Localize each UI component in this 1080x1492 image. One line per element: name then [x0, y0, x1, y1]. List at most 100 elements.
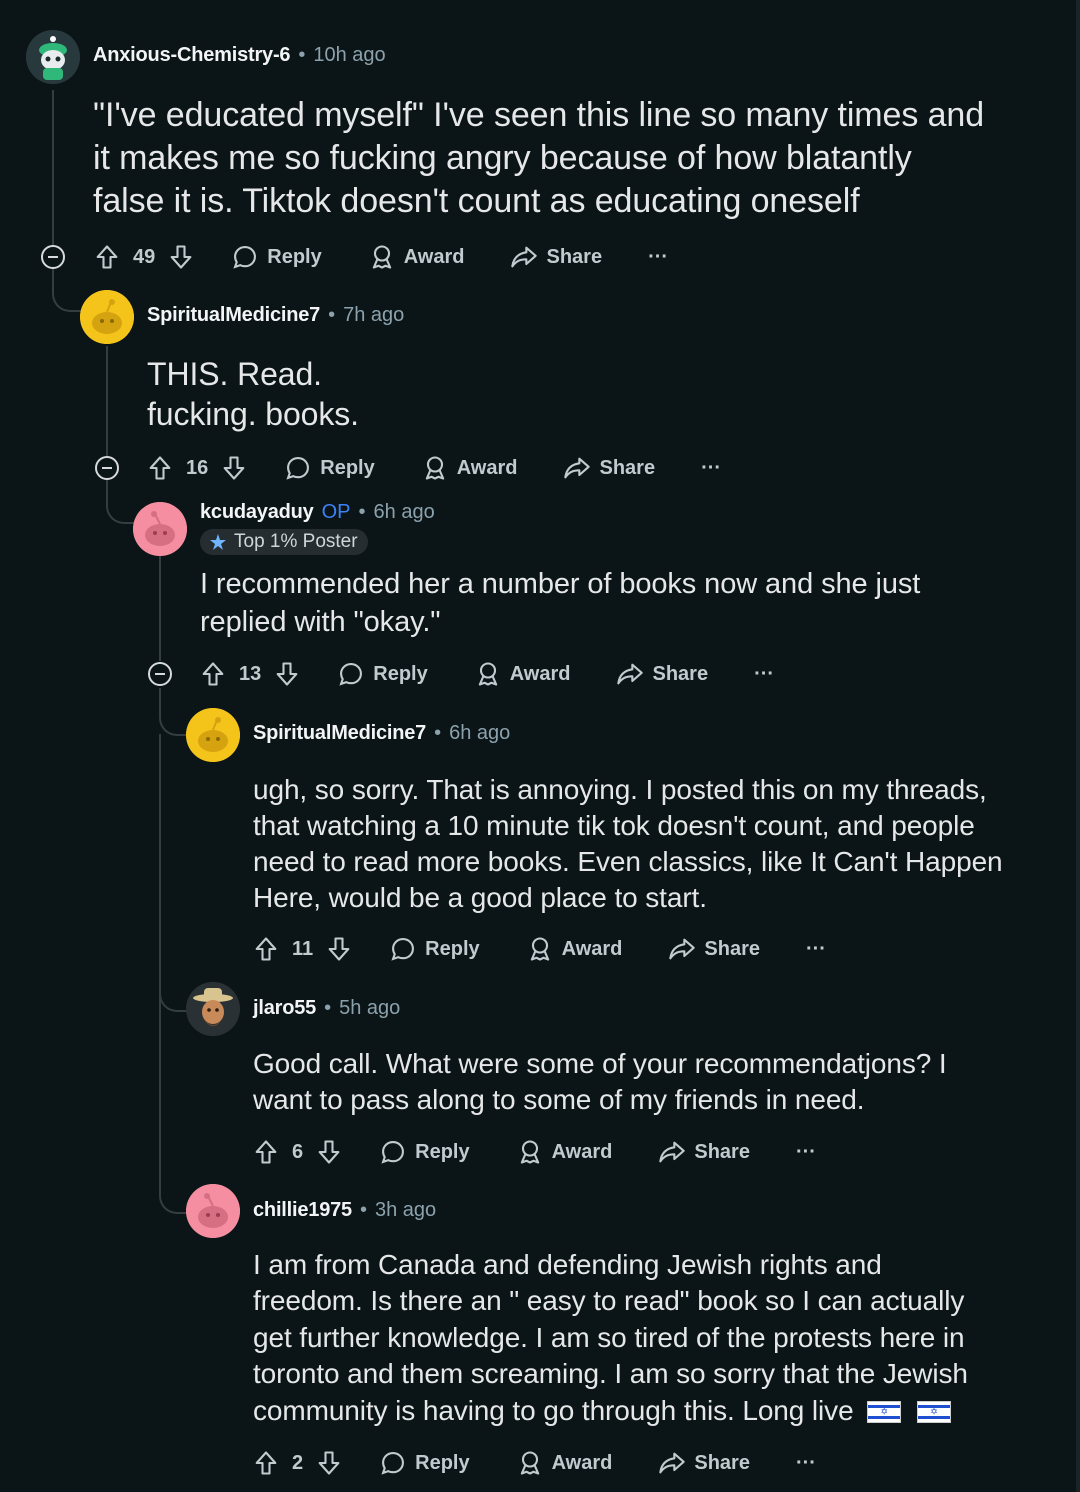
username[interactable]: chillie1975: [253, 1199, 352, 1222]
thread-line[interactable]: [52, 90, 54, 250]
comment-line: Good call. What were some of your recomm…: [253, 1048, 947, 1079]
reply-label: Reply: [267, 245, 322, 268]
reply-button[interactable]: Reply: [337, 660, 428, 688]
more-icon[interactable]: ···: [754, 663, 774, 686]
share-icon: [617, 663, 644, 685]
comment-line: community is having to go through this. …: [253, 1394, 854, 1426]
comment-meta: Anxious-Chemistry-6 • 10h ago: [93, 44, 386, 67]
reply-button[interactable]: Reply: [284, 454, 375, 482]
snoo-avatar-icon: [186, 1184, 240, 1238]
share-label: Share: [599, 456, 656, 479]
more-icon[interactable]: ···: [796, 1452, 816, 1475]
comment-line: Here, would be a good place to start.: [253, 882, 707, 913]
award-button[interactable]: Award: [421, 454, 518, 482]
downvote-button[interactable]: [220, 454, 248, 482]
thread-branch: [52, 268, 84, 312]
more-icon[interactable]: ···: [648, 246, 668, 269]
award-button[interactable]: Award: [526, 935, 623, 963]
username[interactable]: Anxious-Chemistry-6: [93, 44, 291, 67]
snoo-avatar-icon: [26, 30, 80, 84]
award-button[interactable]: Award: [474, 660, 570, 688]
collapse-icon[interactable]: [148, 662, 172, 686]
award-button[interactable]: Award: [516, 1449, 613, 1477]
comment-body: THIS. Read. fucking. books.: [147, 354, 359, 434]
award-label: Award: [456, 456, 518, 479]
reply-label: Reply: [373, 662, 428, 685]
upvote-button[interactable]: [252, 1138, 280, 1166]
upvote-icon: [255, 1140, 277, 1164]
downvote-button[interactable]: [273, 660, 301, 688]
share-button[interactable]: Share: [616, 660, 708, 688]
comment-line: want to pass along to some of my friends…: [253, 1084, 865, 1115]
share-icon: [511, 246, 538, 268]
timestamp[interactable]: 5h ago: [339, 997, 400, 1020]
share-icon: [669, 938, 696, 960]
award-label: Award: [403, 245, 465, 268]
award-label: Award: [561, 937, 623, 960]
share-button[interactable]: Share: [563, 454, 655, 482]
reply-icon: [339, 663, 363, 686]
award-label: Award: [551, 1451, 613, 1474]
thread-line[interactable]: [106, 346, 108, 456]
downvote-button[interactable]: [167, 243, 195, 271]
upvote-button[interactable]: [93, 243, 121, 271]
downvote-icon: [328, 937, 350, 961]
share-icon: [659, 1141, 686, 1163]
share-label: Share: [694, 1140, 750, 1163]
share-button[interactable]: Share: [668, 935, 760, 963]
reply-button[interactable]: Reply: [231, 243, 322, 271]
reply-icon: [286, 457, 310, 480]
share-button[interactable]: Share: [510, 243, 602, 271]
comment-actions: 49 Reply Award Share ···: [93, 237, 668, 277]
downvote-icon: [276, 662, 298, 686]
timestamp[interactable]: 3h ago: [375, 1199, 436, 1222]
share-button[interactable]: Share: [658, 1449, 750, 1477]
share-label: Share: [694, 1451, 750, 1474]
scrollbar[interactable]: [1076, 0, 1080, 1492]
separator: •: [324, 997, 332, 1019]
timestamp[interactable]: 10h ago: [313, 44, 385, 67]
comment-meta: SpiritualMedicine7 • 7h ago: [147, 304, 404, 327]
award-button[interactable]: Award: [516, 1138, 612, 1166]
reply-button[interactable]: Reply: [389, 935, 480, 963]
share-button[interactable]: Share: [658, 1138, 750, 1166]
collapse-icon[interactable]: [41, 245, 65, 269]
downvote-button[interactable]: [315, 1138, 343, 1166]
upvote-button[interactable]: [146, 454, 174, 482]
reply-button[interactable]: Reply: [379, 1449, 470, 1477]
avatar[interactable]: [186, 1184, 240, 1238]
award-button[interactable]: Award: [368, 243, 465, 271]
collapse-icon[interactable]: [95, 456, 119, 480]
avatar[interactable]: [133, 502, 187, 556]
vote-score: 49: [133, 245, 156, 268]
comment-line: freedom. Is there an " easy to read" boo…: [253, 1285, 965, 1317]
username[interactable]: SpiritualMedicine7: [253, 722, 426, 745]
username[interactable]: kcudayaduy: [200, 501, 314, 524]
upvote-icon: [149, 456, 171, 480]
avatar[interactable]: [186, 982, 240, 1036]
username[interactable]: jlaro55: [253, 997, 316, 1020]
downvote-button[interactable]: [315, 1449, 343, 1477]
avatar[interactable]: [80, 290, 134, 344]
timestamp[interactable]: 6h ago: [374, 501, 435, 524]
upvote-button[interactable]: [199, 660, 227, 688]
timestamp[interactable]: 6h ago: [449, 722, 510, 745]
comment-actions: 2 Reply Award Share ···: [252, 1443, 816, 1483]
downvote-icon: [170, 245, 192, 269]
username[interactable]: SpiritualMedicine7: [147, 304, 320, 327]
avatar[interactable]: [26, 30, 80, 84]
more-icon[interactable]: ···: [796, 1141, 816, 1164]
separator: •: [358, 501, 366, 523]
timestamp[interactable]: 7h ago: [343, 304, 404, 327]
downvote-button[interactable]: [325, 935, 353, 963]
reply-icon: [381, 1452, 405, 1475]
reply-button[interactable]: Reply: [379, 1138, 470, 1166]
share-label: Share: [652, 662, 709, 685]
more-icon[interactable]: ···: [701, 457, 721, 480]
more-icon[interactable]: ···: [806, 938, 826, 961]
comment-line: need to read more books. Even classics, …: [253, 846, 1003, 877]
thread-line[interactable]: [159, 556, 161, 661]
avatar[interactable]: [186, 708, 240, 762]
upvote-button[interactable]: [252, 935, 280, 963]
upvote-button[interactable]: [252, 1449, 280, 1477]
